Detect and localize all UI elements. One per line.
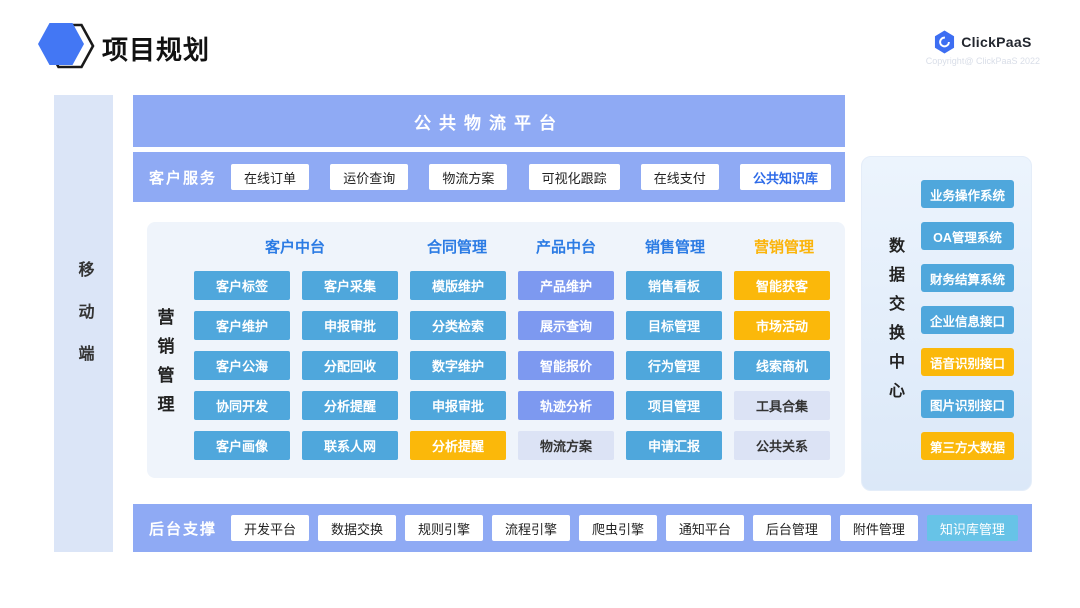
matrix-cell[interactable]: 分析提醒 <box>302 391 398 420</box>
matrix-cell[interactable]: 联系人网 <box>302 431 398 460</box>
data-exchange-button[interactable]: 企业信息接口 <box>921 306 1014 334</box>
matrix-cell[interactable]: 工具合集 <box>734 391 830 420</box>
matrix-cell[interactable]: 分类检索 <box>410 311 506 340</box>
matrix-cell[interactable]: 智能报价 <box>518 351 614 380</box>
backend-support-button[interactable]: 后台管理 <box>753 515 831 541</box>
customer-service-button[interactable]: 在线订单 <box>231 164 309 190</box>
data-exchange-panel: 数据交换中心 业务操作系统 OA管理系统财务结算系统企业信息接口语音识别接口图片识… <box>861 156 1032 491</box>
matrix-cell[interactable]: 客户采集 <box>302 271 398 300</box>
matrix-cell[interactable]: 申报审批 <box>410 391 506 420</box>
backend-support-button[interactable]: 附件管理 <box>840 515 918 541</box>
data-exchange-buttons: 业务操作系统 OA管理系统财务结算系统企业信息接口语音识别接口图片识别接口第三方大… <box>921 180 1014 460</box>
backend-support-button[interactable]: 开发平台 <box>231 515 309 541</box>
customer-service-button[interactable]: 公共知识库 <box>740 164 831 190</box>
matrix-column-header: 合同管理 <box>427 236 487 257</box>
matrix-column-header: 产品中台 <box>536 236 596 257</box>
matrix-cell[interactable]: 分配回收 <box>302 351 398 380</box>
matrix-cell[interactable]: 轨迹分析 <box>518 391 614 420</box>
matrix-grid: 客户标签客户采集模版维护产品维护销售看板智能获客客户维护申报审批分类检索展示查询… <box>194 271 830 460</box>
matrix-cell[interactable]: 公共关系 <box>734 431 830 460</box>
matrix-cell[interactable]: 项目管理 <box>626 391 722 420</box>
platform-banner-label: 公共物流平台 <box>414 109 564 134</box>
backend-support-band: 后台支撑 开发平台数据交换规则引擎流程引擎爬虫引擎通知平台后台管理附件管理知识库… <box>133 504 1032 552</box>
matrix-cell[interactable]: 目标管理 <box>626 311 722 340</box>
app-logo-hexagon-icon <box>36 20 98 74</box>
backend-support-button[interactable]: 规则引擎 <box>405 515 483 541</box>
matrix-cell[interactable]: 数字维护 <box>410 351 506 380</box>
matrix-row-label-wrap: 营销管理 <box>147 271 181 460</box>
matrix-cell[interactable]: 物流方案 <box>518 431 614 460</box>
backend-support-button[interactable]: 通知平台 <box>666 515 744 541</box>
platform-banner: 公共物流平台 <box>133 95 845 147</box>
brand-name: ClickPaaS <box>961 34 1031 50</box>
matrix-cell[interactable]: 分析提醒 <box>410 431 506 460</box>
matrix-cell[interactable]: 申报审批 <box>302 311 398 340</box>
matrix-cell[interactable]: 展示查询 <box>518 311 614 340</box>
matrix-cell[interactable]: 客户标签 <box>194 271 290 300</box>
matrix-cell[interactable]: 产品维护 <box>518 271 614 300</box>
matrix-column-header: 销售管理 <box>645 236 705 257</box>
customer-service-button[interactable]: 运价查询 <box>330 164 408 190</box>
matrix-column-header: 营销管理 <box>754 236 814 257</box>
page-title: 项目规划 <box>102 30 210 67</box>
data-exchange-label-wrap: 数据交换中心 <box>874 157 914 490</box>
customer-service-button[interactable]: 物流方案 <box>429 164 507 190</box>
backend-support-button[interactable]: 流程引擎 <box>492 515 570 541</box>
data-exchange-button[interactable]: 业务操作系统 <box>921 180 1014 208</box>
mobile-side-bar: 移动端 <box>54 95 113 552</box>
matrix-cell[interactable]: 模版维护 <box>410 271 506 300</box>
backend-support-label: 后台支撑 <box>149 518 231 539</box>
backend-support-button[interactable]: 知识库管理 <box>927 515 1018 541</box>
customer-service-label: 客户服务 <box>149 167 231 188</box>
data-exchange-button[interactable]: 图片识别接口 <box>921 390 1014 418</box>
matrix-cell[interactable]: 智能获客 <box>734 271 830 300</box>
customer-service-buttons: 在线订单运价查询物流方案可视化跟踪在线支付公共知识库 <box>231 164 831 190</box>
brand-block: ClickPaaS Copyright@ ClickPaaS 2022 <box>926 30 1040 66</box>
customer-service-button[interactable]: 可视化跟踪 <box>529 164 620 190</box>
marketing-matrix-panel: 客户中台合同管理产品中台销售管理营销管理 营销管理 客户标签客户采集模版维护产品… <box>147 222 845 478</box>
data-exchange-button[interactable]: 财务结算系统 <box>921 264 1014 292</box>
matrix-cell[interactable]: 客户维护 <box>194 311 290 340</box>
matrix-column-header: 客户中台 <box>265 236 325 257</box>
matrix-cell[interactable]: 客户公海 <box>194 351 290 380</box>
matrix-cell[interactable]: 客户画像 <box>194 431 290 460</box>
matrix-cell[interactable]: 市场活动 <box>734 311 830 340</box>
matrix-cell[interactable]: 线索商机 <box>734 351 830 380</box>
matrix-cell[interactable]: 销售看板 <box>626 271 722 300</box>
matrix-cell[interactable]: 行为管理 <box>626 351 722 380</box>
brand-copyright: Copyright@ ClickPaaS 2022 <box>926 56 1040 66</box>
matrix-cell[interactable]: 申请汇报 <box>626 431 722 460</box>
data-exchange-button[interactable]: OA管理系统 <box>921 222 1014 250</box>
data-exchange-label: 数据交换中心 <box>882 237 906 411</box>
backend-support-buttons: 开发平台数据交换规则引擎流程引擎爬虫引擎通知平台后台管理附件管理知识库管理 <box>231 515 1018 541</box>
mobile-side-label: 移动端 <box>72 261 96 387</box>
clickpaas-logo-icon <box>934 30 955 54</box>
backend-support-button[interactable]: 爬虫引擎 <box>579 515 657 541</box>
matrix-cell[interactable]: 协同开发 <box>194 391 290 420</box>
backend-support-button[interactable]: 数据交换 <box>318 515 396 541</box>
customer-service-band: 客户服务 在线订单运价查询物流方案可视化跟踪在线支付公共知识库 <box>133 152 845 202</box>
data-exchange-button[interactable]: 语音识别接口 <box>921 348 1014 376</box>
page: 项目规划 ClickPaaS Copyright@ ClickPaaS 2022… <box>0 0 1080 608</box>
matrix-row-label: 营销管理 <box>152 308 177 424</box>
data-exchange-button[interactable]: 第三方大数据 <box>921 432 1014 460</box>
customer-service-button[interactable]: 在线支付 <box>641 164 719 190</box>
